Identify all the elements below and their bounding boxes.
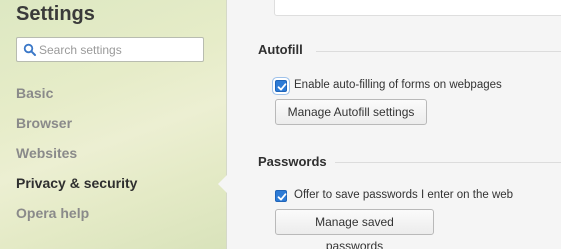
search-box[interactable]: [16, 37, 204, 62]
search-input[interactable]: [39, 38, 199, 61]
autofill-checkbox-label[interactable]: Enable auto-filling of forms on webpages: [294, 79, 502, 91]
search-icon: [23, 43, 37, 57]
sidebar-item-privacy-security[interactable]: Privacy & security: [16, 175, 137, 191]
active-item-indicator: [218, 175, 227, 193]
sidebar-item-websites[interactable]: Websites: [16, 145, 77, 161]
manage-saved-passwords-button[interactable]: Manage saved passwords: [275, 209, 434, 249]
previous-section-card: [274, 0, 561, 16]
save-passwords-checkbox-label[interactable]: Offer to save passwords I enter on the w…: [294, 189, 513, 201]
sidebar: Settings Basic Browser Websites Privacy …: [0, 0, 226, 249]
autofill-section-title: Autofill: [258, 42, 303, 57]
sidebar-divider: [226, 0, 227, 249]
sidebar-item-browser[interactable]: Browser: [16, 115, 72, 131]
passwords-section-title: Passwords: [258, 154, 327, 169]
sidebar-item-basic[interactable]: Basic: [16, 85, 53, 101]
checkmark-icon: [277, 83, 287, 91]
sidebar-item-opera-help[interactable]: Opera help: [16, 205, 89, 221]
settings-window: Settings Basic Browser Websites Privacy …: [0, 0, 561, 249]
autofill-checkbox[interactable]: [275, 80, 287, 92]
save-passwords-checkbox[interactable]: [275, 190, 287, 202]
autofill-section-divider: [316, 51, 561, 52]
page-title: Settings: [16, 3, 95, 25]
manage-autofill-settings-button[interactable]: Manage Autofill settings: [275, 99, 427, 125]
passwords-section-divider: [335, 162, 561, 163]
checkmark-icon: [277, 193, 287, 201]
